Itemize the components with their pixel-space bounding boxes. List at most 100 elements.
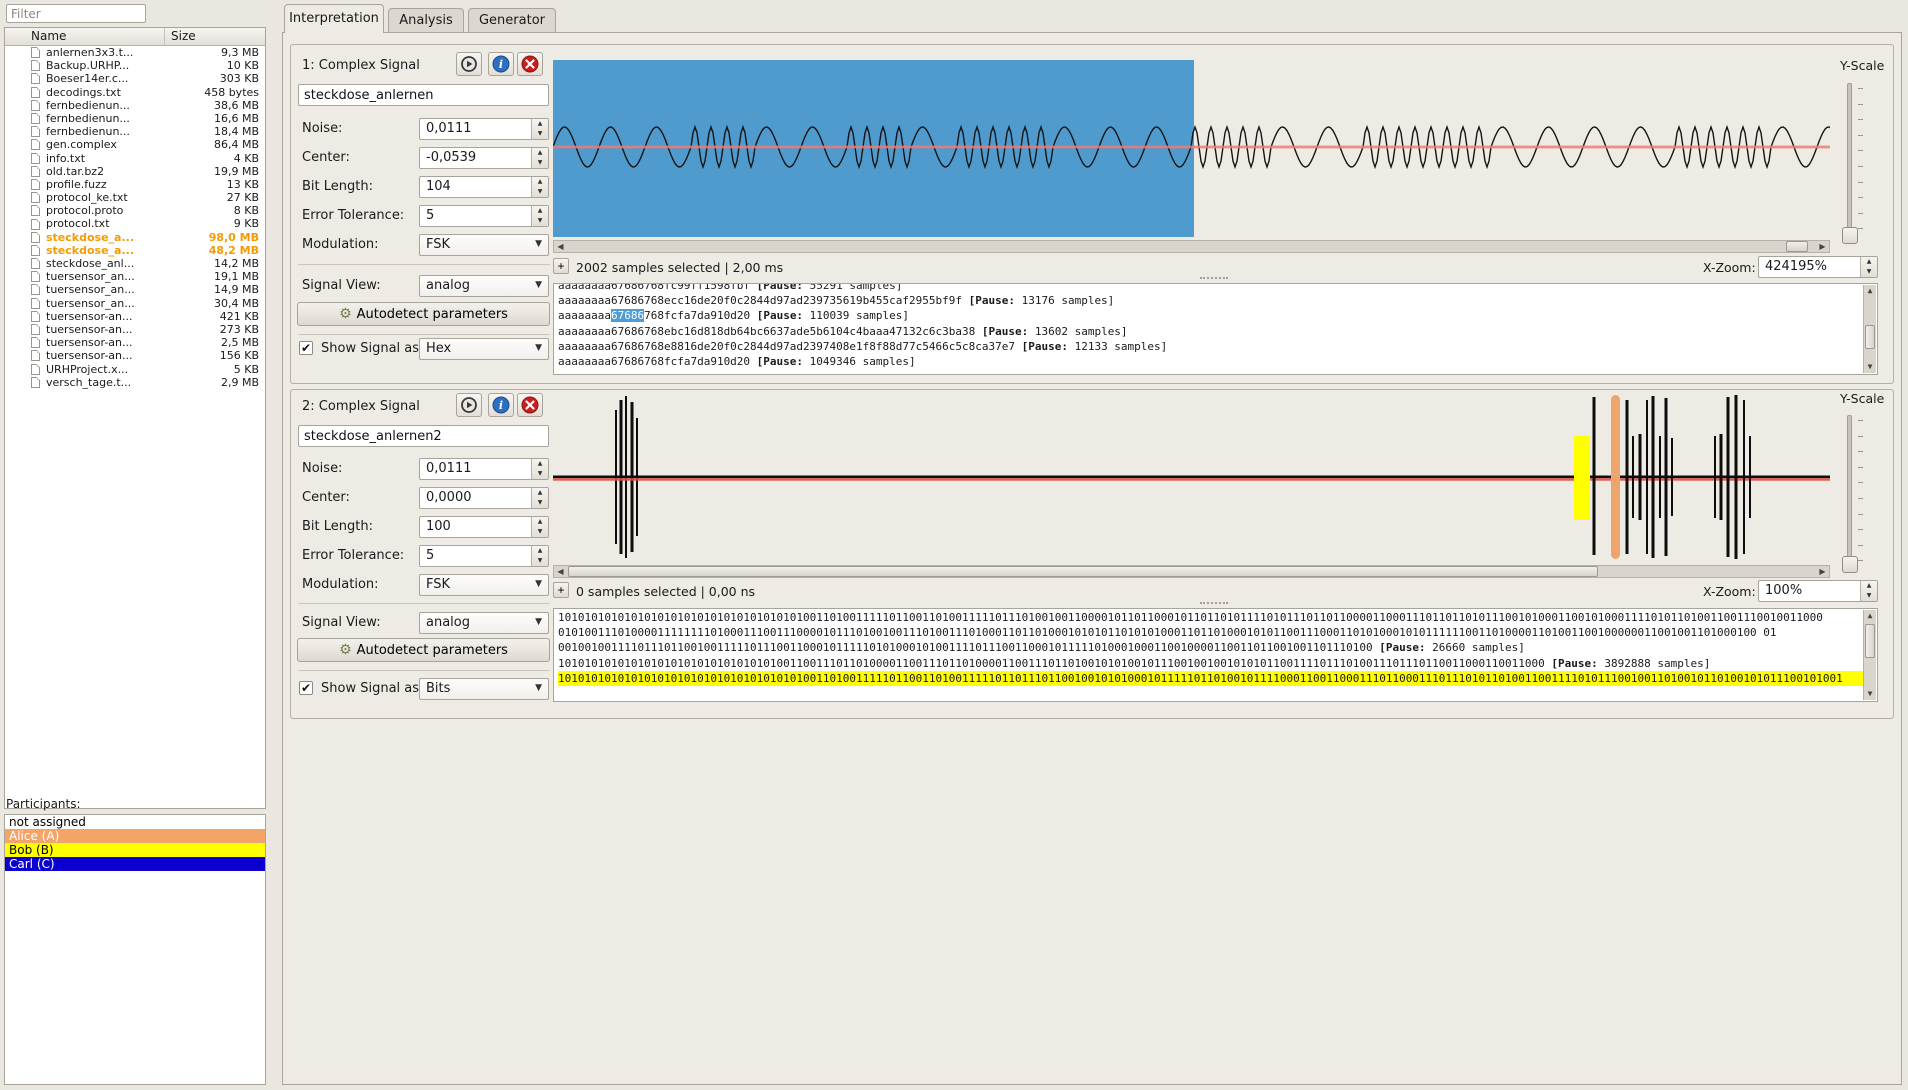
signal2-signal-view-dropdown[interactable]: analog ▼ bbox=[419, 612, 549, 634]
protocol-message-hex[interactable]: aaaaaaaa67686768fcfa7da910d20 [Pause: 11… bbox=[558, 308, 1873, 323]
protocol-message-bits[interactable]: 0010010011110111011001001111101110011000… bbox=[558, 640, 1873, 655]
signal2-zoom-in-button[interactable]: + bbox=[553, 582, 569, 598]
participant-row[interactable]: Carl (C) bbox=[5, 857, 265, 871]
tab-interpretation[interactable]: Interpretation bbox=[284, 4, 384, 33]
file-row[interactable]: fernbedienun... 38,6 MB bbox=[5, 99, 265, 112]
protocol-message-hex[interactable]: aaaaaaaa67686768fcfa7da910d20 [Pause: 10… bbox=[558, 354, 1873, 369]
file-table-header-size[interactable]: Size bbox=[165, 28, 265, 45]
file-row[interactable]: decodings.txt 458 bytes bbox=[5, 86, 265, 99]
scroll-right-icon[interactable]: ▶ bbox=[1816, 241, 1829, 252]
file-row[interactable]: tuersensor_an... 14,9 MB bbox=[5, 283, 265, 296]
signal1-noise-spinbox[interactable]: 0,0111 ▲ ▼ bbox=[419, 118, 549, 140]
signal2-autodetect-button[interactable]: ⚙ Autodetect parameters bbox=[297, 638, 550, 662]
signal2-close-button[interactable] bbox=[517, 393, 543, 417]
signal1-zoom-in-button[interactable]: + bbox=[553, 258, 569, 274]
tab-analysis[interactable]: Analysis bbox=[388, 8, 464, 33]
signal1-autodetect-button[interactable]: ⚙ Autodetect parameters bbox=[297, 302, 550, 326]
signal1-xzoom-spinbox[interactable]: 424195% ▲ ▼ bbox=[1758, 256, 1878, 278]
signal2-noise-spinbox[interactable]: 0,0111 ▲ ▼ bbox=[419, 458, 549, 480]
spin-arrows-icon[interactable]: ▲ ▼ bbox=[531, 119, 548, 139]
signal2-error-tolerance-spinbox[interactable]: 5 ▲ ▼ bbox=[419, 545, 549, 567]
file-row[interactable]: anlernen3x3.t... 9,3 MB bbox=[5, 46, 265, 59]
file-row[interactable]: steckdose_a... 98,0 MB bbox=[5, 231, 265, 244]
scroll-up-icon[interactable]: ▲ bbox=[1864, 610, 1876, 622]
signal1-signal-view-dropdown[interactable]: analog ▼ bbox=[419, 275, 549, 297]
signal1-show-signal-checkbox[interactable]: ✔ bbox=[299, 341, 313, 355]
protocol-message-hex[interactable]: aaaaaaaa67686768e8816de20f0c2844d97ad239… bbox=[558, 339, 1873, 354]
participant-row[interactable]: Alice (A) bbox=[5, 829, 265, 843]
slider-handle[interactable] bbox=[1842, 556, 1858, 573]
spin-arrows-icon[interactable]: ▲ ▼ bbox=[531, 517, 548, 537]
protocol-message-hex[interactable]: aaaaaaaa67686768ebc16d818db64bc6637ade5b… bbox=[558, 324, 1873, 339]
file-row[interactable]: old.tar.bz2 19,9 MB bbox=[5, 165, 265, 178]
file-row[interactable]: fernbedienun... 16,6 MB bbox=[5, 112, 265, 125]
file-row[interactable]: URHProject.x... 5 KB bbox=[5, 363, 265, 376]
file-row[interactable]: Boeser14er.c... 303 KB bbox=[5, 72, 265, 85]
spin-arrows-icon[interactable]: ▲ ▼ bbox=[531, 148, 548, 168]
participant-row[interactable]: not assigned bbox=[5, 815, 265, 829]
signal1-hscrollbar[interactable]: ◀ ▶ bbox=[553, 240, 1830, 253]
scrollbar-thumb[interactable] bbox=[1865, 624, 1875, 658]
protocol-message-bits[interactable]: 1010101010101010101010101010101010101001… bbox=[558, 670, 1873, 686]
spin-arrows-icon[interactable]: ▲ ▼ bbox=[1860, 257, 1877, 277]
signal1-play-button[interactable] bbox=[456, 52, 482, 76]
protocol-message-bits[interactable]: 0101001110100001111111101000111001110000… bbox=[558, 625, 1873, 640]
signal2-bit-length-spinbox[interactable]: 100 ▲ ▼ bbox=[419, 516, 549, 538]
splitter-handle[interactable] bbox=[1200, 602, 1228, 605]
splitter-handle[interactable] bbox=[1200, 277, 1228, 280]
signal1-protocol-vscrollbar[interactable]: ▲ ▼ bbox=[1863, 285, 1876, 373]
file-row[interactable]: protocol.txt 9 KB bbox=[5, 217, 265, 230]
slider-handle[interactable] bbox=[1842, 227, 1858, 244]
protocol-message-hex[interactable]: aaaaaaaa67686768ecc16de20f0c2844d97ad239… bbox=[558, 293, 1873, 308]
signal2-yscale-slider[interactable] bbox=[1847, 415, 1852, 571]
signal2-play-button[interactable] bbox=[456, 393, 482, 417]
file-row[interactable]: tuersensor-an... 156 KB bbox=[5, 349, 265, 362]
protocol-message-bits[interactable]: 1010101010101010101010101010101010101001… bbox=[558, 610, 1873, 625]
scroll-down-icon[interactable]: ▼ bbox=[1864, 688, 1876, 700]
signal1-center-spinbox[interactable]: -0,0539 ▲ ▼ bbox=[419, 147, 549, 169]
spin-arrows-icon[interactable]: ▲ ▼ bbox=[531, 206, 548, 226]
signal2-protocol-vscrollbar[interactable]: ▲ ▼ bbox=[1863, 610, 1876, 700]
signal2-waveform[interactable] bbox=[553, 392, 1830, 562]
file-row[interactable]: steckdose_anl... 14,2 MB bbox=[5, 257, 265, 270]
signal2-info-button[interactable]: i bbox=[488, 393, 514, 417]
protocol-message-bits[interactable]: 1010101010101010101010101010101010011001… bbox=[558, 656, 1873, 671]
file-row[interactable]: tuersensor-an... 2,5 MB bbox=[5, 336, 265, 349]
signal1-bit-length-spinbox[interactable]: 104 ▲ ▼ bbox=[419, 176, 549, 198]
file-row[interactable]: protocol_ke.txt 27 KB bbox=[5, 191, 265, 204]
scroll-left-icon[interactable]: ◀ bbox=[554, 566, 567, 577]
signal1-info-button[interactable]: i bbox=[488, 52, 514, 76]
spin-arrows-icon[interactable]: ▲ ▼ bbox=[531, 546, 548, 566]
file-row[interactable]: Backup.URHP... 10 KB bbox=[5, 59, 265, 72]
scrollbar-thumb[interactable] bbox=[1786, 241, 1808, 252]
signal1-yscale-slider[interactable] bbox=[1847, 83, 1852, 241]
signal2-name-input[interactable] bbox=[298, 425, 549, 447]
signal2-xzoom-spinbox[interactable]: 100% ▲ ▼ bbox=[1758, 580, 1878, 602]
file-row[interactable]: info.txt 4 KB bbox=[5, 152, 265, 165]
scroll-left-icon[interactable]: ◀ bbox=[554, 241, 567, 252]
signal2-hscrollbar[interactable]: ◀ ▶ bbox=[553, 565, 1830, 578]
filter-input[interactable] bbox=[6, 4, 146, 23]
file-row[interactable]: steckdose_a... 48,2 MB bbox=[5, 244, 265, 257]
tab-generator[interactable]: Generator bbox=[468, 8, 556, 33]
file-row[interactable]: profile.fuzz 13 KB bbox=[5, 178, 265, 191]
file-row[interactable]: gen.complex 86,4 MB bbox=[5, 138, 265, 151]
signal2-center-spinbox[interactable]: 0,0000 ▲ ▼ bbox=[419, 487, 549, 509]
file-row[interactable]: protocol.proto 8 KB bbox=[5, 204, 265, 217]
signal1-show-signal-as-dropdown[interactable]: Hex ▼ bbox=[419, 338, 549, 360]
signal1-modulation-dropdown[interactable]: FSK ▼ bbox=[419, 234, 549, 256]
file-row[interactable]: tuersensor_an... 30,4 MB bbox=[5, 297, 265, 310]
spin-arrows-icon[interactable]: ▲ ▼ bbox=[531, 459, 548, 479]
scroll-down-icon[interactable]: ▼ bbox=[1864, 361, 1876, 373]
scroll-right-icon[interactable]: ▶ bbox=[1816, 566, 1829, 577]
file-row[interactable]: tuersensor-an... 421 KB bbox=[5, 310, 265, 323]
spin-arrows-icon[interactable]: ▲ ▼ bbox=[1860, 581, 1877, 601]
signal1-waveform[interactable] bbox=[553, 60, 1830, 237]
signal2-show-signal-checkbox[interactable]: ✔ bbox=[299, 681, 313, 695]
signal2-show-signal-as-dropdown[interactable]: Bits ▼ bbox=[419, 678, 549, 700]
scrollbar-thumb[interactable] bbox=[1865, 325, 1875, 349]
spin-arrows-icon[interactable]: ▲ ▼ bbox=[531, 488, 548, 508]
signal1-close-button[interactable] bbox=[517, 52, 543, 76]
file-row[interactable]: versch_tage.t... 2,9 MB bbox=[5, 376, 265, 389]
signal2-protocol-bits-view[interactable]: 1010101010101010101010101010101010101001… bbox=[553, 608, 1878, 702]
